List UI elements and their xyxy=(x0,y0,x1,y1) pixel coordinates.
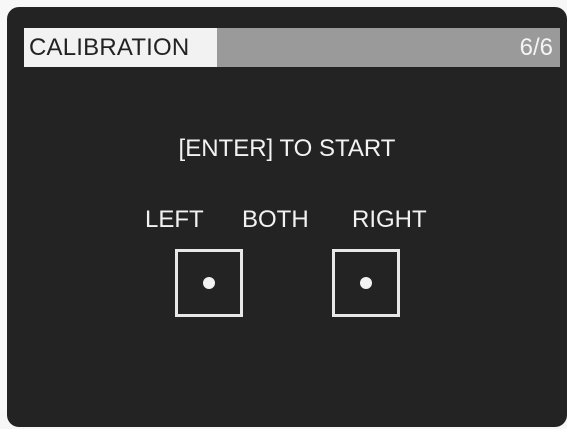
left-calibration-target xyxy=(175,249,243,317)
title-bar: CALIBRATION 6/6 xyxy=(24,28,560,67)
start-instruction: [ENTER] TO START xyxy=(178,135,396,162)
step-counter: 6/6 xyxy=(519,34,553,61)
right-calibration-target xyxy=(332,249,400,317)
right-target-dot xyxy=(360,277,372,289)
both-channel-label: BOTH xyxy=(242,206,309,233)
right-channel-label: RIGHT xyxy=(352,206,427,233)
screen-title: CALIBRATION xyxy=(29,34,190,61)
left-channel-label: LEFT xyxy=(145,206,204,233)
left-target-dot xyxy=(203,277,215,289)
calibration-screen: CALIBRATION 6/6 [ENTER] TO START LEFT BO… xyxy=(7,7,567,427)
